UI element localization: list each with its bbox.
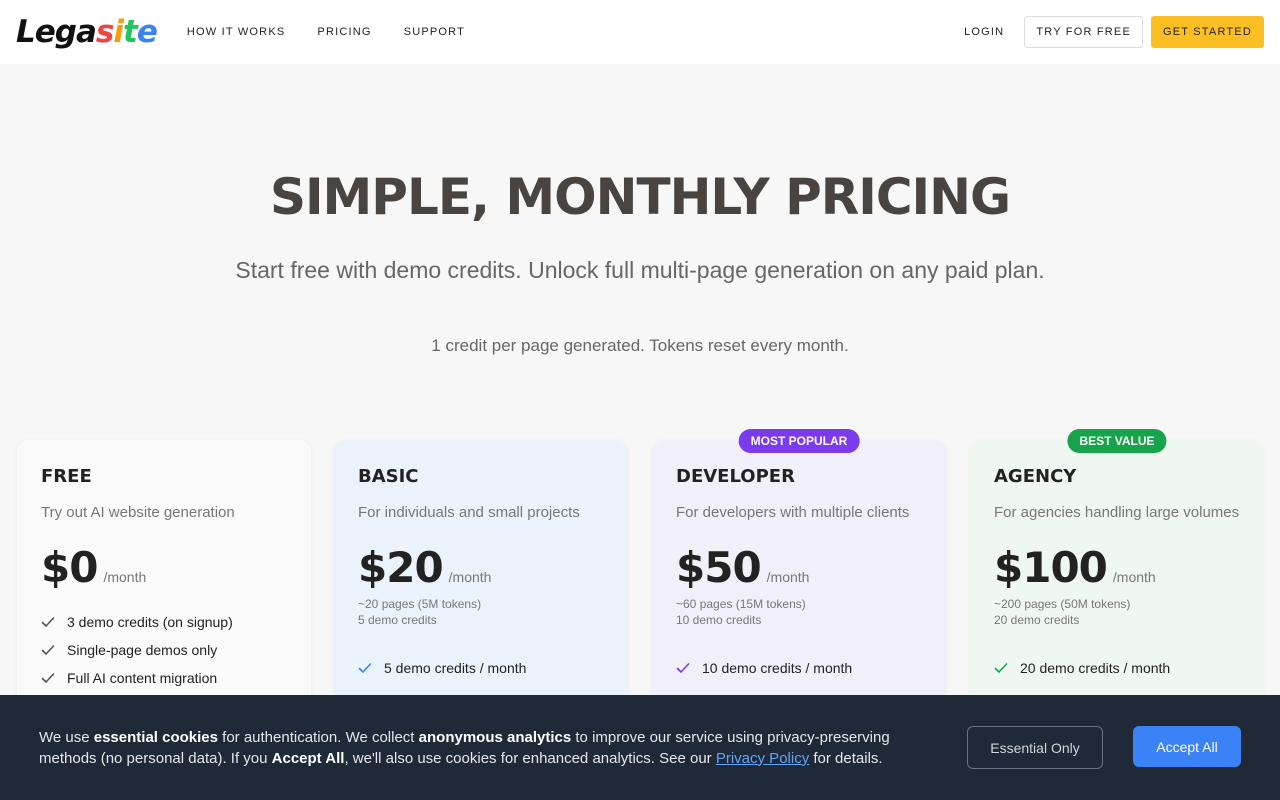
cookie-message: We use essential cookies for authenticat… [39,727,909,769]
feature-item: 3 demo credits (on signup) [41,608,287,636]
price-row: $20 /month [358,543,604,592]
plan-description: For developers with multiple clients [676,504,910,521]
plan-name: DEVELOPER [676,466,795,487]
logo-letter: e [136,14,158,50]
feature-item: Single-page demos only [41,636,287,664]
plan-price: $0 [41,543,98,592]
cookie-accept-all-ref: Accept All [271,749,345,767]
feature-text: Full AI content migration [67,670,218,686]
nav-support[interactable]: SUPPORT [404,26,465,38]
plan-demo-credits: 5 demo credits [358,613,437,627]
feature-item: 5 demo credits / month [358,654,604,682]
feature-list: 20 demo credits / month [994,654,1240,682]
plan-price: $20 [358,543,444,592]
feature-item: 20 demo credits / month [994,654,1240,682]
cookie-essential-cookies: essential cookies [93,728,218,746]
nav-pricing[interactable]: PRICING [317,26,371,38]
plan-name: FREE [41,466,92,487]
plan-price: $50 [676,543,762,592]
plan-name: BASIC [358,466,419,487]
cookie-actions: Essential Only Accept All [967,726,1241,769]
most-popular-badge: MOST POPULAR [738,429,860,453]
nav-actions: LOGIN TRY FOR FREE GET STARTED [964,16,1264,48]
plan-pages: ~200 pages (50M tokens) [994,597,1131,611]
cookie-text-4: , we'll also use cookies for enhanced an… [344,749,716,767]
price-period: /month [1112,569,1156,585]
feature-list: 5 demo credits / month [358,654,604,682]
plan-name: AGENCY [994,466,1077,487]
logo-letter: e [34,14,56,50]
cookie-anonymous-analytics: anonymous analytics [418,728,572,746]
feature-text: 5 demo credits / month [384,660,527,676]
logo-letter: i [113,14,124,50]
check-icon [41,673,55,683]
check-icon [676,663,690,673]
accept-all-button[interactable]: Accept All [1133,726,1241,767]
best-value-badge: BEST VALUE [1067,429,1167,453]
logo-letter: L [16,14,36,50]
privacy-policy-link[interactable]: Privacy Policy [716,750,809,767]
get-started-button[interactable]: GET STARTED [1151,16,1264,48]
feature-text: 3 demo credits (on signup) [67,614,233,630]
feature-text: Single-page demos only [67,642,218,658]
plan-description: For individuals and small projects [358,504,580,521]
feature-item: Full AI content migration [41,664,287,692]
plan-pages: ~60 pages (15M tokens) [676,597,806,611]
feature-list: 3 demo credits (on signup) Single-page de… [41,608,287,692]
plan-description: For agencies handling large volumes [994,504,1240,521]
price-row: $50 /month [676,543,922,592]
logo-letter: a [76,14,97,50]
check-icon [358,663,372,673]
check-icon [41,645,55,655]
feature-text: 10 demo credits / month [702,660,853,676]
essential-only-button[interactable]: Essential Only [967,726,1103,769]
cookie-text-5: for details. [809,749,883,767]
hero-subtitle: Start free with demo credits. Unlock ful… [235,257,1045,283]
logo-letter: g [54,14,77,50]
feature-text: 20 demo credits / month [1020,660,1171,676]
check-icon [41,617,55,627]
plan-demo-credits: 10 demo credits [676,613,762,627]
page-title: SIMPLE, MONTHLY PRICING [269,168,1011,226]
price-period: /month [448,569,492,585]
price-row: $100 /month [994,543,1240,592]
plan-description: Try out AI website generation [41,504,235,521]
feature-list: 10 demo credits / month [676,654,922,682]
hero-note: 1 credit per page generated. Tokens rese… [431,336,849,355]
price-row: $0 /month [41,543,287,592]
check-icon [994,663,1008,673]
cookie-text-2: for authentication. We collect [217,728,419,746]
price-period: /month [103,569,147,585]
plan-demo-credits: 20 demo credits [994,613,1080,627]
nav-links: HOW IT WORKS PRICING SUPPORT [187,26,497,38]
logo-letter: s [95,14,114,50]
login-link[interactable]: LOGIN [964,26,1004,38]
logo-letter: t [123,14,138,50]
legasite-logo[interactable]: Legasite [16,14,158,50]
price-period: /month [766,569,810,585]
plan-price: $100 [994,543,1108,592]
nav-how-it-works[interactable]: HOW IT WORKS [187,26,286,38]
plan-pages: ~20 pages (5M tokens) [358,597,482,611]
cookie-banner: We use essential cookies for authenticat… [0,695,1280,800]
top-nav: Legasite HOW IT WORKS PRICING SUPPORT LO… [0,0,1280,64]
cookie-text-1: We use [39,728,94,746]
feature-item: 10 demo credits / month [676,654,922,682]
try-for-free-button[interactable]: TRY FOR FREE [1024,16,1143,48]
